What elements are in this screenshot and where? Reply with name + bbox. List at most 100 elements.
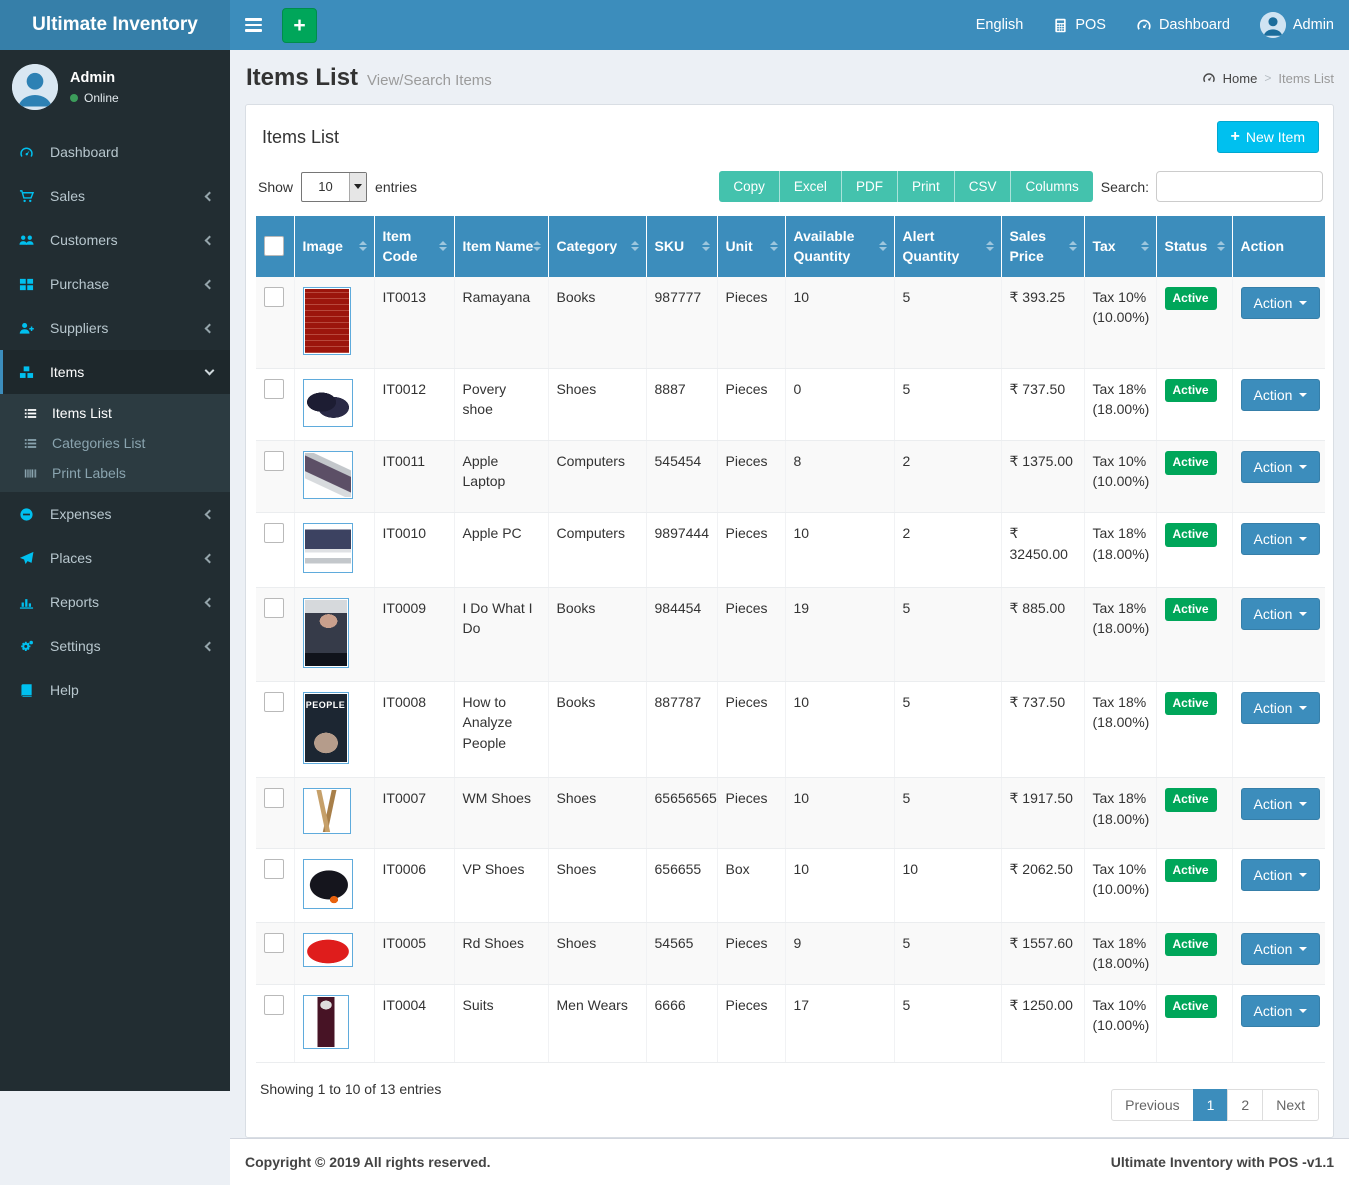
column-header-alert-quantity[interactable]: Alert Quantity [894, 216, 1001, 277]
row-select-cell [256, 848, 294, 922]
available-quantity-cell: 10 [785, 513, 894, 587]
brand-logo[interactable]: Ultimate Inventory [0, 0, 230, 50]
column-header-tax[interactable]: Tax [1084, 216, 1156, 277]
dashboard-link[interactable]: Dashboard [1121, 0, 1245, 50]
action-button[interactable]: Action [1241, 933, 1321, 965]
sidebar-item-places[interactable]: Places [0, 536, 230, 580]
item-code-cell: IT0011 [374, 441, 454, 513]
column-header-item-name[interactable]: Item Name [454, 216, 548, 277]
export-copy-button[interactable]: Copy [719, 171, 780, 202]
page-button-previous[interactable]: Previous [1111, 1089, 1193, 1121]
action-cell: Action [1232, 922, 1325, 984]
sales-price-cell: ₹ 1557.60 [1001, 922, 1084, 984]
sidebar-subitem-categories-list[interactable]: Categories List [0, 428, 230, 458]
page-button-2[interactable]: 2 [1227, 1089, 1263, 1121]
sidebar-item-dashboard[interactable]: Dashboard [0, 130, 230, 174]
export-pdf-button[interactable]: PDF [842, 171, 898, 202]
action-button[interactable]: Action [1241, 692, 1321, 724]
new-item-button[interactable]: + New Item [1217, 121, 1319, 153]
column-header-sales-price[interactable]: Sales Price [1001, 216, 1084, 277]
sales-price-cell: ₹ 885.00 [1001, 587, 1084, 681]
sidebar-item-purchase[interactable]: Purchase [0, 262, 230, 306]
row-checkbox[interactable] [264, 523, 284, 543]
action-button[interactable]: Action [1241, 859, 1321, 891]
submenu-item-label: Categories List [52, 435, 145, 451]
column-header-status[interactable]: Status [1156, 216, 1232, 277]
quick-add-button[interactable]: + [282, 8, 317, 43]
column-header-sku[interactable]: SKU [646, 216, 717, 277]
sidebar-item-customers[interactable]: Customers [0, 218, 230, 262]
row-checkbox[interactable] [264, 598, 284, 618]
table-row: IT0007WM ShoesShoes65656565Pieces105₹ 19… [256, 778, 1325, 848]
page-button-1[interactable]: 1 [1193, 1089, 1229, 1121]
unit-cell: Pieces [717, 984, 785, 1062]
item-name-cell: Povery shoe [454, 368, 548, 440]
breadcrumb-home[interactable]: Home [1223, 71, 1258, 86]
language-menu[interactable]: English [961, 0, 1039, 50]
sidebar-toggle-button[interactable] [230, 0, 276, 50]
column-header-image[interactable]: Image [294, 216, 374, 277]
row-checkbox[interactable] [264, 287, 284, 307]
export-print-button[interactable]: Print [898, 171, 955, 202]
row-checkbox[interactable] [264, 995, 284, 1015]
action-cell: Action [1232, 513, 1325, 587]
action-button[interactable]: Action [1241, 995, 1321, 1027]
select-all-checkbox[interactable] [264, 236, 284, 256]
entries-label: entries [375, 179, 417, 195]
row-checkbox[interactable] [264, 788, 284, 808]
action-button[interactable]: Action [1241, 523, 1321, 555]
export-csv-button[interactable]: CSV [955, 171, 1012, 202]
maroon-suit-image [303, 995, 349, 1049]
sidebar-item-settings[interactable]: Settings [0, 624, 230, 668]
column-header-item-code[interactable]: Item Code [374, 216, 454, 277]
alert-quantity-cell: 5 [894, 778, 1001, 848]
sidebar-item-expenses[interactable]: Expenses [0, 492, 230, 536]
user-menu[interactable]: Admin [1245, 0, 1349, 50]
sidebar-subitem-items-list[interactable]: Items List [0, 398, 230, 428]
action-button[interactable]: Action [1241, 379, 1321, 411]
page-button-next[interactable]: Next [1262, 1089, 1319, 1121]
table-row: IT0012Povery shoeShoes8887Pieces05₹ 737.… [256, 368, 1325, 440]
breadcrumb: Home > Items List [1202, 71, 1334, 86]
item-code-cell: IT0009 [374, 587, 454, 681]
row-checkbox[interactable] [264, 451, 284, 471]
page-length-select[interactable]: 10 [301, 172, 367, 202]
row-checkbox[interactable] [264, 859, 284, 879]
pos-link[interactable]: POS [1038, 0, 1121, 50]
sidebar-item-suppliers[interactable]: Suppliers [0, 306, 230, 350]
select-all-header [256, 216, 294, 277]
alert-quantity-cell: 5 [894, 922, 1001, 984]
caret-down-icon [1299, 706, 1307, 710]
sidebar-item-sales[interactable]: Sales [0, 174, 230, 218]
sidebar-item-items[interactable]: Items [0, 350, 230, 394]
available-quantity-cell: 0 [785, 368, 894, 440]
user-plus-icon [19, 321, 41, 336]
action-button[interactable]: Action [1241, 788, 1321, 820]
search-input[interactable] [1156, 171, 1323, 202]
action-button[interactable]: Action [1241, 287, 1321, 319]
sku-cell: 54565 [646, 922, 717, 984]
item-code-cell: IT0008 [374, 682, 454, 778]
sidebar-item-help[interactable]: Help [0, 668, 230, 712]
sidebar-item-reports[interactable]: Reports [0, 580, 230, 624]
item-image-cell [294, 922, 374, 984]
available-quantity-cell: 10 [785, 682, 894, 778]
row-checkbox[interactable] [264, 933, 284, 953]
show-label: Show [258, 179, 293, 195]
item-name-cell: How to Analyze People [454, 682, 548, 778]
action-button[interactable]: Action [1241, 451, 1321, 483]
export-excel-button[interactable]: Excel [780, 171, 842, 202]
column-header-category[interactable]: Category [548, 216, 646, 277]
category-cell: Shoes [548, 848, 646, 922]
export-columns-button[interactable]: Columns [1011, 171, 1092, 202]
row-checkbox[interactable] [264, 379, 284, 399]
column-header-available-quantity[interactable]: Available Quantity [785, 216, 894, 277]
unit-cell: Pieces [717, 778, 785, 848]
column-header-unit[interactable]: Unit [717, 216, 785, 277]
action-button[interactable]: Action [1241, 598, 1321, 630]
sidebar-subitem-print-labels[interactable]: Print Labels [0, 458, 230, 488]
row-checkbox[interactable] [264, 692, 284, 712]
sku-cell: 6666 [646, 984, 717, 1062]
row-select-cell [256, 368, 294, 440]
sort-icon [1217, 241, 1225, 251]
